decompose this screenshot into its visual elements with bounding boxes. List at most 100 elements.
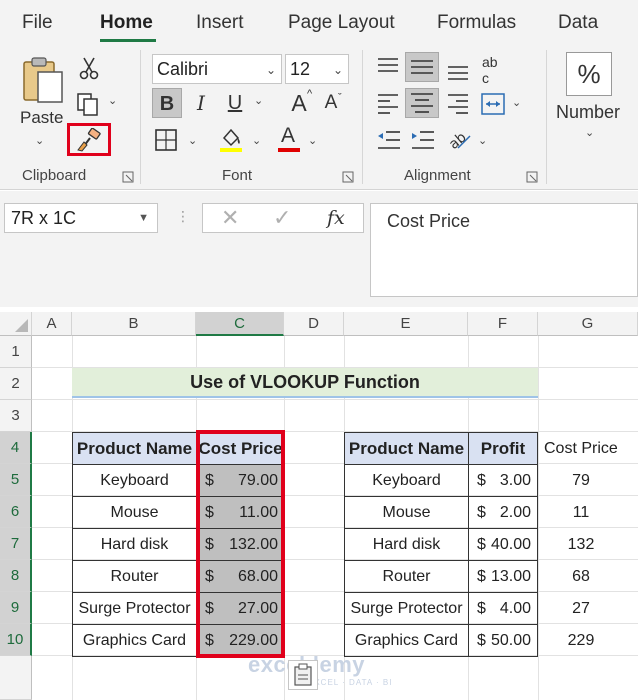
select-all-corner[interactable] bbox=[0, 312, 32, 336]
font-launcher-icon[interactable] bbox=[342, 171, 354, 183]
confirm-entry-button[interactable]: ✓ bbox=[273, 205, 291, 231]
align-right-icon[interactable] bbox=[446, 92, 470, 114]
bold-button[interactable]: B bbox=[152, 88, 182, 118]
font-family-chevron-icon: ⌄ bbox=[265, 63, 276, 77]
font-color-button[interactable]: A bbox=[276, 124, 302, 154]
copy-dropdown-chevron-icon[interactable]: ⌄ bbox=[108, 94, 117, 107]
fill-color-dropdown-chevron-icon[interactable]: ⌄ bbox=[252, 134, 261, 147]
wrap-text-glyph: ab c bbox=[482, 54, 498, 86]
right-table-profit-cell[interactable]: $3.00 bbox=[468, 464, 538, 497]
right-table-product-cell[interactable]: Mouse bbox=[344, 496, 469, 529]
pasted-value-cell[interactable]: 68 bbox=[538, 568, 624, 586]
row-header-1[interactable]: 1 bbox=[0, 336, 32, 368]
wrap-text-button[interactable]: ab c bbox=[480, 54, 508, 86]
left-table-product-cell[interactable]: Mouse bbox=[72, 496, 197, 529]
pasted-value-cell[interactable]: 79 bbox=[538, 472, 624, 490]
insert-function-button[interactable]: fx bbox=[327, 207, 345, 229]
orientation-icon[interactable]: ab bbox=[446, 126, 472, 152]
merge-dropdown-chevron-icon[interactable]: ⌄ bbox=[512, 96, 521, 109]
row-header-9[interactable]: 9 bbox=[0, 592, 32, 624]
tab-formulas[interactable]: Formulas bbox=[437, 12, 516, 34]
number-dropdown-chevron-icon[interactable]: ⌄ bbox=[585, 126, 594, 139]
column-header-g[interactable]: G bbox=[538, 312, 638, 336]
align-top-icon[interactable] bbox=[376, 56, 400, 78]
right-table-product-cell[interactable]: Hard disk bbox=[344, 528, 469, 561]
tab-file[interactable]: File bbox=[22, 12, 53, 34]
sheet-title[interactable]: Use of VLOOKUP Function bbox=[72, 368, 538, 398]
right-table-profit-cell[interactable]: $4.00 bbox=[468, 592, 538, 625]
italic-button[interactable]: I bbox=[186, 88, 216, 118]
merge-center-icon[interactable] bbox=[480, 92, 506, 116]
row-header-11[interactable] bbox=[0, 656, 32, 700]
underline-dropdown-chevron-icon[interactable]: ⌄ bbox=[254, 94, 263, 107]
right-table-profit-cell[interactable]: $50.00 bbox=[468, 624, 538, 657]
pasted-value-cell[interactable]: 132 bbox=[538, 536, 624, 554]
formula-input[interactable]: Cost Price bbox=[370, 203, 638, 297]
ribbon: Paste ⌄ ⌄ Clipboard Calibri ⌄ 12 ⌄ B I U… bbox=[0, 44, 638, 190]
right-table-header-profit[interactable]: Profit bbox=[468, 432, 538, 465]
row-header-7[interactable]: 7 bbox=[0, 528, 32, 560]
clipboard-launcher-icon[interactable] bbox=[122, 171, 134, 183]
left-table-product-cell[interactable]: Hard disk bbox=[72, 528, 197, 561]
column-header-c[interactable]: C bbox=[196, 312, 284, 336]
pasted-value-cell[interactable]: 229 bbox=[538, 632, 624, 650]
align-middle-button[interactable] bbox=[405, 52, 439, 82]
formula-bar-grip-icon[interactable]: ⋮ bbox=[176, 208, 190, 225]
right-table-profit-cell[interactable]: $2.00 bbox=[468, 496, 538, 529]
row-header-8[interactable]: 8 bbox=[0, 560, 32, 592]
borders-icon[interactable] bbox=[154, 128, 178, 152]
left-table-product-cell[interactable]: Surge Protector bbox=[72, 592, 197, 625]
row-header-3[interactable]: 3 bbox=[0, 400, 32, 432]
name-box[interactable]: 7R x 1C ▼ bbox=[4, 203, 158, 233]
align-left-icon[interactable] bbox=[376, 92, 400, 114]
right-table-profit-cell[interactable]: $40.00 bbox=[468, 528, 538, 561]
left-table-product-cell[interactable]: Router bbox=[72, 560, 197, 593]
fill-color-icon[interactable] bbox=[218, 126, 244, 154]
left-table-product-cell[interactable]: Keyboard bbox=[72, 464, 197, 497]
pasted-value-cell[interactable]: 11 bbox=[538, 504, 624, 522]
pasted-header-cell[interactable]: Cost Price bbox=[544, 440, 618, 458]
paste-options-button[interactable] bbox=[288, 660, 318, 690]
row-header-2[interactable]: 2 bbox=[0, 368, 32, 400]
font-family-select[interactable]: Calibri ⌄ bbox=[152, 54, 282, 84]
tab-home[interactable]: Home bbox=[100, 12, 153, 34]
row-header-10[interactable]: 10 bbox=[0, 624, 32, 656]
align-center-button[interactable] bbox=[405, 88, 439, 118]
paste-label: Paste bbox=[20, 108, 64, 127]
pasted-value-cell[interactable]: 27 bbox=[538, 600, 624, 618]
tab-insert[interactable]: Insert bbox=[196, 12, 244, 34]
row-header-4[interactable]: 4 bbox=[0, 432, 32, 464]
align-bottom-icon[interactable] bbox=[446, 60, 470, 82]
copy-icon[interactable] bbox=[76, 92, 102, 116]
alignment-launcher-icon[interactable] bbox=[526, 171, 538, 183]
underline-button[interactable]: U bbox=[220, 88, 250, 118]
font-color-glyph: A bbox=[281, 124, 296, 147]
column-header-b[interactable]: B bbox=[72, 312, 196, 336]
right-table-header-product[interactable]: Product Name bbox=[344, 432, 469, 465]
increase-indent-icon[interactable] bbox=[410, 128, 436, 152]
right-table-product-cell[interactable]: Surge Protector bbox=[344, 592, 469, 625]
font-color-dropdown-chevron-icon[interactable]: ⌄ bbox=[308, 134, 317, 147]
paste-dropdown-chevron-icon[interactable]: ⌄ bbox=[35, 134, 44, 147]
borders-dropdown-chevron-icon[interactable]: ⌄ bbox=[188, 134, 197, 147]
decrease-indent-icon[interactable] bbox=[376, 128, 402, 152]
right-table-product-cell[interactable]: Router bbox=[344, 560, 469, 593]
number-format-percent-button[interactable]: % bbox=[566, 52, 612, 96]
row-header-5[interactable]: 5 bbox=[0, 464, 32, 496]
orientation-dropdown-chevron-icon[interactable]: ⌄ bbox=[478, 134, 487, 147]
font-size-select[interactable]: 12 ⌄ bbox=[285, 54, 349, 84]
right-table-profit-cell[interactable]: $13.00 bbox=[468, 560, 538, 593]
column-header-f[interactable]: F bbox=[468, 312, 538, 336]
cancel-entry-button[interactable]: ✕ bbox=[221, 205, 239, 231]
tab-page-layout[interactable]: Page Layout bbox=[288, 12, 395, 34]
column-header-a[interactable]: A bbox=[32, 312, 72, 336]
tab-data[interactable]: Data bbox=[558, 12, 598, 34]
row-header-6[interactable]: 6 bbox=[0, 496, 32, 528]
right-table-product-cell[interactable]: Keyboard bbox=[344, 464, 469, 497]
left-table-header-product[interactable]: Product Name bbox=[72, 432, 197, 465]
left-table-product-cell[interactable]: Graphics Card bbox=[72, 624, 197, 657]
cut-icon[interactable] bbox=[78, 56, 100, 80]
column-header-d[interactable]: D bbox=[284, 312, 344, 336]
column-header-e[interactable]: E bbox=[344, 312, 468, 336]
grow-font-arrow-icon: ^ bbox=[307, 88, 313, 100]
